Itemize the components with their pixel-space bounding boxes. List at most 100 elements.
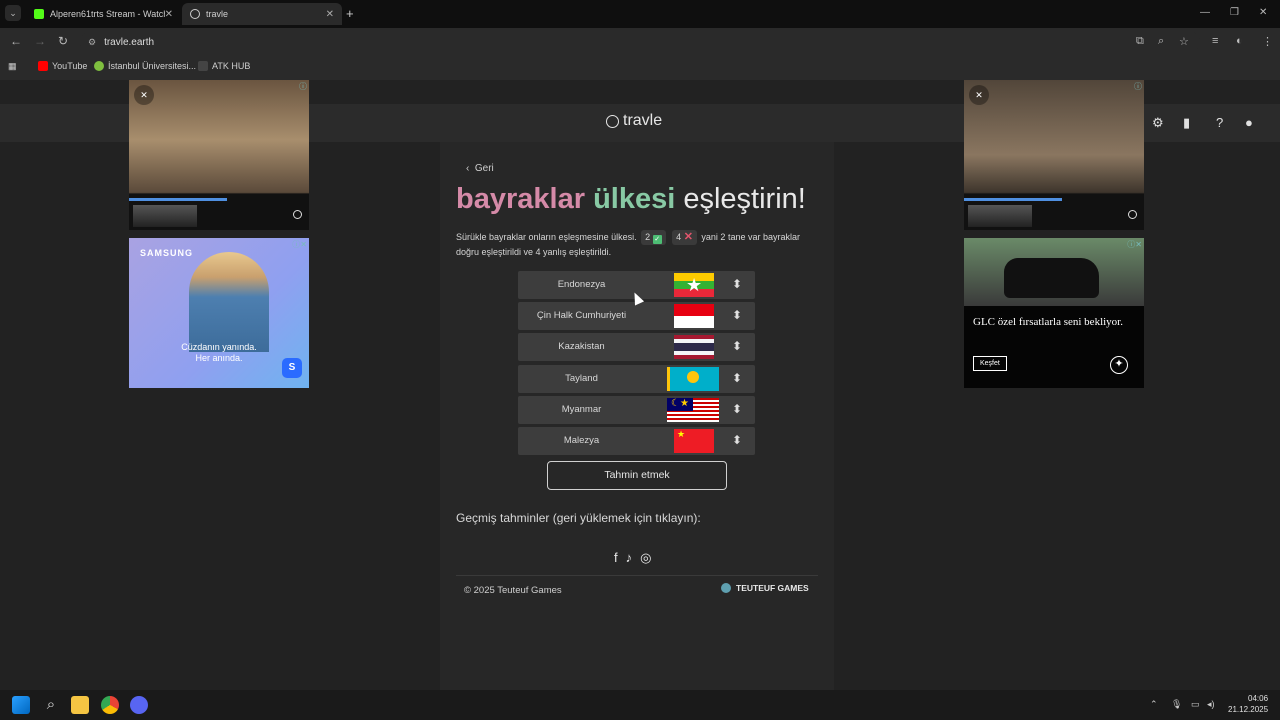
ad-info-icon[interactable]: ⓘ✕: [292, 239, 307, 250]
match-row[interactable]: Kazakistan ⬍: [518, 333, 755, 361]
mercedes-logo-icon: ✦: [1110, 356, 1128, 374]
tab-travle[interactable]: travle ✕: [182, 3, 342, 25]
minimize-icon[interactable]: —: [1200, 7, 1210, 18]
drag-handle-icon[interactable]: ⬍: [732, 277, 742, 291]
bookmark-istanbul-university[interactable]: İstanbul Üniversitesi...: [94, 61, 196, 71]
maximize-icon[interactable]: ❐: [1230, 7, 1239, 18]
new-tab-button[interactable]: +: [346, 6, 354, 21]
search-icon[interactable]: ⌕: [42, 696, 60, 714]
x-icon: ✕: [683, 231, 693, 243]
volume-icon[interactable]: ◂): [1207, 699, 1215, 710]
bookmark-youtube[interactable]: YouTube: [38, 61, 87, 71]
flag-stripe: [674, 343, 714, 351]
close-icon[interactable]: ✕: [326, 9, 334, 20]
back-arrow-icon[interactable]: ←: [10, 34, 22, 48]
tab-stream[interactable]: Alperen61trts Stream - Watch L ✕: [26, 3, 181, 25]
menu-icon[interactable]: ⋮: [1262, 35, 1273, 48]
microphone-icon[interactable]: 🎙︎: [1171, 699, 1182, 710]
chrome-icon[interactable]: [101, 696, 119, 714]
correct-count-badge: 2 ✓: [641, 230, 666, 245]
country-label: Çin Halk Cumhuriyeti: [536, 310, 627, 321]
zoom-icon[interactable]: ⌕: [1158, 35, 1164, 48]
forward-arrow-icon[interactable]: →: [34, 34, 46, 48]
youtube-icon: [38, 61, 48, 71]
bar-chart-icon[interactable]: ▮: [1183, 115, 1190, 131]
match-row[interactable]: Çin Halk Cumhuriyeti ⬍: [518, 302, 755, 330]
social-links: f ♪ ◎: [614, 550, 651, 566]
flag-china[interactable]: ★: [674, 429, 714, 453]
match-row[interactable]: Malezya ★ ⬍: [518, 427, 755, 455]
back-link[interactable]: ‹ Geri: [466, 163, 494, 174]
drag-handle-icon[interactable]: ⬍: [732, 371, 742, 385]
match-row[interactable]: Myanmar ☾★ ⬍: [518, 396, 755, 424]
ad-thumbnail: [968, 205, 1032, 227]
ad-info-icon[interactable]: ⓘ: [299, 81, 307, 92]
network-icon[interactable]: ▭: [1191, 699, 1200, 710]
file-explorer-icon[interactable]: [71, 696, 89, 714]
system-clock[interactable]: 04:06 21.12.2025: [1228, 693, 1268, 715]
atk-icon: [198, 61, 208, 71]
install-app-icon[interactable]: ⧉: [1136, 35, 1144, 48]
flag-indonesia[interactable]: [674, 304, 714, 328]
bookmark-atk-hub[interactable]: ATK HUB: [198, 61, 250, 71]
match-row[interactable]: Tayland ⬍: [518, 365, 755, 393]
tab-title: travle: [206, 9, 229, 19]
drag-handle-icon[interactable]: ⬍: [732, 339, 742, 353]
user-icon[interactable]: ●: [1245, 115, 1253, 130]
drag-handle-icon[interactable]: ⬍: [732, 402, 742, 416]
site-logo[interactable]: travle: [606, 112, 662, 130]
flag-ornament: [667, 367, 670, 391]
ad-thumbnail: [133, 205, 197, 227]
reading-list-icon[interactable]: ≡: [1212, 35, 1218, 47]
profile-icon[interactable]: ◐: [1236, 35, 1243, 47]
ad-info-icon[interactable]: ⓘ: [1134, 81, 1142, 92]
studio-link[interactable]: TEUTEUF GAMES: [721, 583, 809, 593]
flag-malaysia[interactable]: ☾★: [667, 398, 719, 422]
reload-icon[interactable]: ↻: [58, 34, 68, 48]
ad-car-image: [964, 238, 1144, 306]
tab-search-button[interactable]: ⌄: [5, 5, 21, 21]
ad-progress-bar: [129, 198, 227, 201]
ad-samsung[interactable]: SAMSUNG ⓘ✕ Cüzdanın yanında. Her anında.…: [129, 238, 309, 388]
check-icon: ✓: [652, 235, 662, 244]
url-text: travle.earth: [104, 36, 155, 48]
ad-cta-button[interactable]: Keşfet: [973, 356, 1007, 371]
chevron-up-icon[interactable]: ⌃: [1150, 699, 1158, 710]
flag-myanmar[interactable]: ★: [674, 273, 714, 297]
instructions: Sürükle bayraklar onların eşleşmesine ül…: [456, 230, 800, 257]
close-icon[interactable]: ✕: [165, 9, 173, 20]
car-shape: [1004, 258, 1099, 298]
country-label: Tayland: [565, 373, 598, 384]
tab-strip: ⌄ Alperen61trts Stream - Watch L ✕ travl…: [0, 0, 1280, 28]
ad-mercedes[interactable]: ⓘ✕ GLC özel fırsatlarla seni bekliyor. K…: [964, 238, 1144, 388]
mute-icon[interactable]: ✕: [134, 85, 154, 105]
mute-icon[interactable]: ✕: [969, 85, 989, 105]
window-close-icon[interactable]: ✕: [1259, 7, 1267, 18]
apps-icon[interactable]: ▦: [8, 61, 17, 72]
sun-icon: [687, 371, 699, 383]
flag-kazakhstan[interactable]: [667, 367, 719, 391]
gear-icon[interactable]: ⚙: [1152, 115, 1164, 131]
ad-video-right[interactable]: ✕ ⓘ: [964, 80, 1144, 230]
discord-icon[interactable]: [130, 696, 148, 714]
country-label: Kazakistan: [558, 341, 605, 352]
globe-icon: [721, 583, 731, 593]
ad-video-left[interactable]: ✕ ⓘ: [129, 80, 309, 230]
site-info-icon[interactable]: ⚙: [88, 37, 96, 48]
windows-start-icon[interactable]: [12, 696, 30, 714]
flag-thailand[interactable]: [674, 335, 714, 359]
compass-icon: [190, 9, 200, 19]
drag-handle-icon[interactable]: ⬍: [732, 433, 742, 447]
star-icon[interactable]: ☆: [1179, 35, 1189, 48]
tiktok-icon[interactable]: ♪: [626, 550, 633, 566]
instagram-icon[interactable]: ◎: [640, 550, 651, 566]
help-icon[interactable]: ?: [1216, 115, 1223, 130]
facebook-icon[interactable]: f: [614, 550, 618, 566]
ad-strip: [129, 202, 309, 230]
kick-icon: [34, 9, 44, 19]
url-input[interactable]: ⚙ travle.earth: [80, 31, 1200, 53]
ad-info-icon[interactable]: ⓘ✕: [1127, 239, 1142, 250]
drag-handle-icon[interactable]: ⬍: [732, 308, 742, 322]
guess-button[interactable]: Tahmin etmek: [547, 461, 727, 490]
ad-strip: [964, 202, 1144, 230]
